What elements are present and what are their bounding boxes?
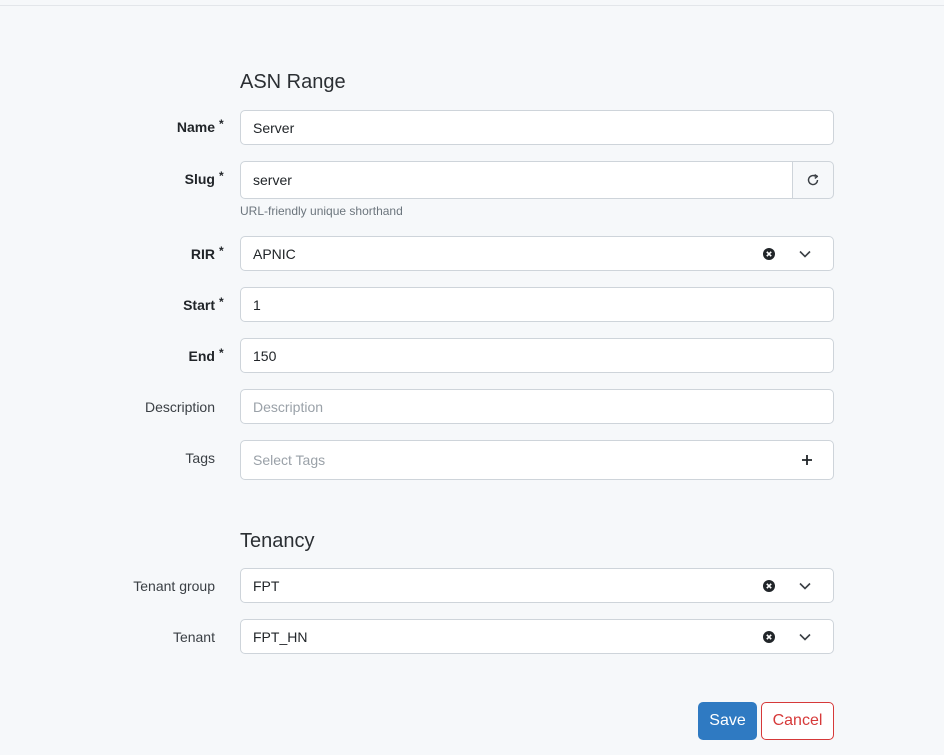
chevron-down-icon[interactable] — [799, 633, 811, 641]
required-marker: * — [219, 169, 224, 183]
clear-icon[interactable] — [763, 630, 775, 643]
name-field[interactable]: Server — [240, 110, 834, 145]
description-placeholder: Description — [253, 398, 324, 415]
name-value: Server — [253, 119, 295, 136]
required-marker: * — [219, 346, 224, 360]
header-divider — [0, 5, 944, 6]
rir-value: APNIC — [253, 245, 296, 262]
start-field[interactable]: 1 — [240, 287, 834, 322]
start-value: 1 — [253, 296, 261, 313]
rir-select[interactable]: APNIC — [240, 236, 834, 271]
section-title-tenancy: Tenancy — [240, 530, 315, 552]
tags-label: Tags — [185, 450, 215, 466]
save-button[interactable]: Save — [698, 702, 757, 740]
plus-icon[interactable] — [801, 454, 813, 466]
end-field[interactable]: 150 — [240, 338, 834, 373]
required-marker: * — [219, 295, 224, 309]
slug-input-group: server — [240, 161, 834, 199]
description-label: Description — [144, 399, 215, 415]
tenant-value: FPT_HN — [253, 628, 308, 645]
tenant-label: Tenant — [172, 629, 215, 645]
slug-regenerate-button[interactable] — [792, 161, 834, 199]
section-title-asn-range: ASN Range — [240, 71, 346, 93]
chevron-down-icon[interactable] — [799, 250, 811, 258]
slug-help-text: URL-friendly unique shorthand — [240, 204, 403, 218]
description-field[interactable]: Description — [240, 389, 834, 424]
name-label: Name — [176, 119, 215, 135]
cancel-button[interactable]: Cancel — [761, 702, 834, 740]
slug-value: server — [253, 172, 292, 188]
start-label: Start — [183, 297, 215, 313]
tenant-group-value: FPT — [253, 577, 280, 594]
chevron-down-icon[interactable] — [799, 582, 811, 590]
clear-icon[interactable] — [763, 247, 775, 260]
required-marker: * — [219, 244, 224, 258]
tags-select[interactable]: Select Tags — [240, 440, 834, 480]
slug-label: Slug — [184, 171, 215, 187]
tags-placeholder: Select Tags — [253, 452, 326, 468]
rir-label: RIR — [190, 246, 215, 262]
tenant-select[interactable]: FPT_HN — [240, 619, 834, 654]
end-label: End — [188, 348, 215, 364]
refresh-icon — [807, 174, 819, 186]
tenant-group-select[interactable]: FPT — [240, 568, 834, 603]
tenant-group-label: Tenant group — [133, 578, 215, 594]
slug-field[interactable]: server — [240, 161, 793, 199]
end-value: 150 — [253, 347, 277, 364]
required-marker: * — [219, 117, 224, 131]
clear-icon[interactable] — [763, 579, 775, 592]
